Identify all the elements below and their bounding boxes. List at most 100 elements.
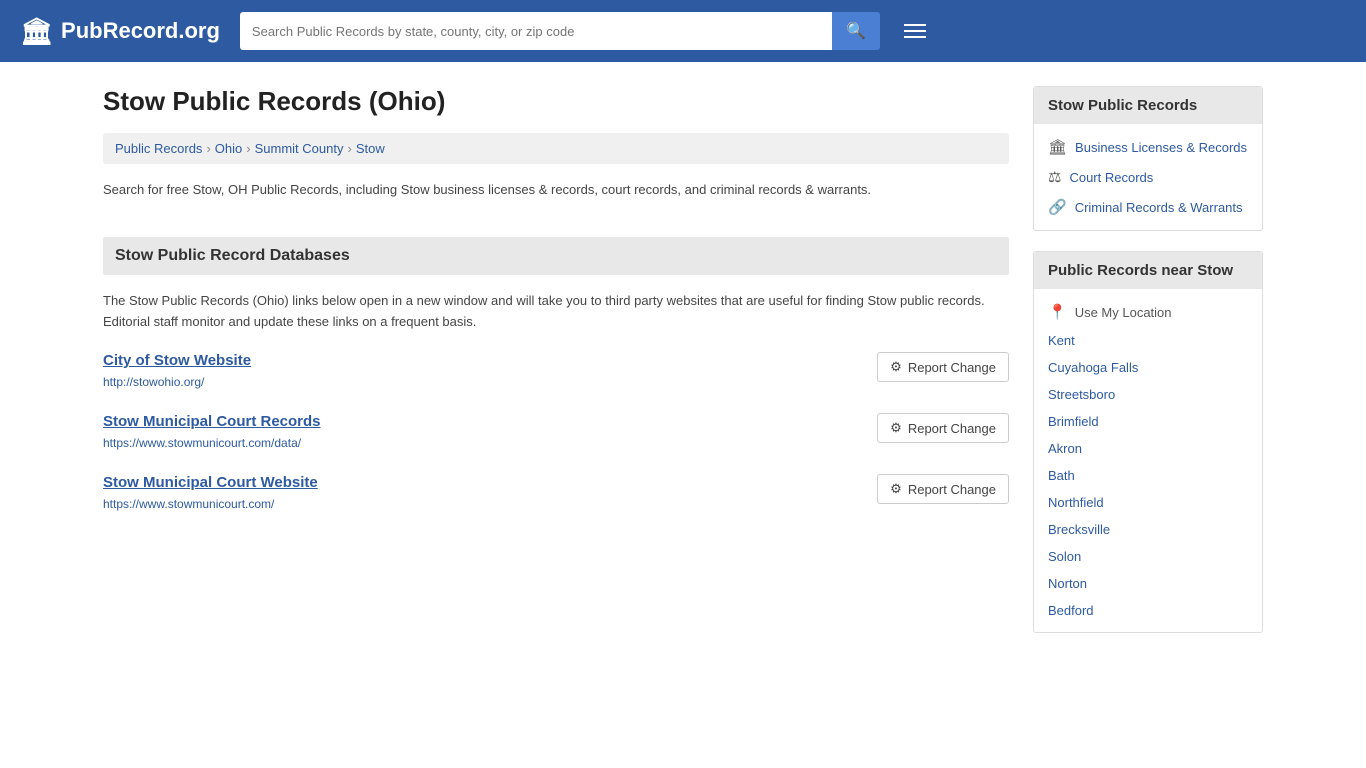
location-pin-icon: 📍 [1048,303,1067,321]
nearby-norton-link[interactable]: Norton [1048,576,1248,591]
record-url-link[interactable]: http://stowohio.org/ [103,375,204,389]
record-entry: Stow Municipal Court Website https://www… [103,474,1009,511]
breadcrumb-stow[interactable]: Stow [356,141,385,156]
nearby-place-label: Norton [1048,576,1087,591]
menu-button[interactable] [900,20,930,42]
sep-3: › [347,141,351,156]
nearby-place-label: Kent [1048,333,1075,348]
nearby-brimfield-link[interactable]: Brimfield [1048,414,1248,429]
nearby-place-label: Solon [1048,549,1081,564]
nearby-bath-link[interactable]: Bath [1048,468,1248,483]
report-change-button[interactable]: ⚙ Report Change [877,474,1009,504]
page-title: Stow Public Records (Ohio) [103,86,1009,117]
breadcrumb: Public Records › Ohio › Summit County › … [103,133,1009,164]
record-url-link[interactable]: https://www.stowmunicourt.com/data/ [103,436,301,450]
sidebar-link-label: Criminal Records & Warrants [1075,200,1243,215]
use-my-location-link[interactable]: 📍 Use My Location [1048,303,1248,321]
report-change-button[interactable]: ⚙ Report Change [877,413,1009,443]
nearby-place-label: Cuyahoga Falls [1048,360,1138,375]
nearby-place-label: Northfield [1048,495,1104,510]
sep-2: › [246,141,250,156]
criminal-icon: 🔗 [1048,198,1067,216]
sidebar-criminal-records-link[interactable]: 🔗 Criminal Records & Warrants [1048,198,1248,216]
sidebar-court-records-link[interactable]: ⚖ Court Records [1048,168,1248,186]
record-entry: Stow Municipal Court Records https://www… [103,413,1009,450]
list-item: 📍 Use My Location [1034,297,1262,327]
search-icon: 🔍 [846,21,866,41]
nearby-bedford-link[interactable]: Bedford [1048,603,1248,618]
report-change-label: Report Change [908,360,996,375]
nearby-place-label: Bath [1048,468,1075,483]
main-container: Stow Public Records (Ohio) Public Record… [83,62,1283,677]
list-item: Brimfield [1034,408,1262,435]
record-title-link[interactable]: City of Stow Website [103,352,251,369]
record-title-link[interactable]: Stow Municipal Court Records [103,413,321,430]
list-item: ⚖ Court Records [1034,162,1262,192]
list-item: Norton [1034,570,1262,597]
nearby-northfield-link[interactable]: Northfield [1048,495,1248,510]
sidebar-business-licenses-link[interactable]: 🏛 Business Licenses & Records [1048,138,1248,156]
report-icon: ⚙ [890,420,902,436]
record-entry: City of Stow Website http://stowohio.org… [103,352,1009,389]
page-description: Search for free Stow, OH Public Records,… [103,180,1009,217]
list-item: Brecksville [1034,516,1262,543]
nearby-place-label: Brimfield [1048,414,1099,429]
records-list: City of Stow Website http://stowohio.org… [103,352,1009,511]
list-item: 🏛 Business Licenses & Records [1034,132,1262,162]
search-input[interactable] [240,12,832,50]
sidebar-nearby-section: Public Records near Stow 📍 Use My Locati… [1033,251,1263,633]
sidebar: Stow Public Records 🏛 Business Licenses … [1033,86,1263,653]
list-item: 🔗 Criminal Records & Warrants [1034,192,1262,222]
nearby-place-label: Akron [1048,441,1082,456]
sidebar-link-label: Court Records [1069,170,1153,185]
list-item: Akron [1034,435,1262,462]
nearby-place-label: Streetsboro [1048,387,1115,402]
report-icon: ⚙ [890,359,902,375]
sidebar-public-records-list: 🏛 Business Licenses & Records ⚖ Court Re… [1034,124,1262,230]
breadcrumb-summit-county[interactable]: Summit County [255,141,344,156]
report-change-label: Report Change [908,482,996,497]
nearby-streetsboro-link[interactable]: Streetsboro [1048,387,1248,402]
search-button[interactable]: 🔍 [832,12,880,50]
sidebar-nearby-title: Public Records near Stow [1034,252,1262,289]
list-item: Streetsboro [1034,381,1262,408]
use-my-location-label: Use My Location [1075,305,1172,320]
report-change-button[interactable]: ⚙ Report Change [877,352,1009,382]
sidebar-public-records-section: Stow Public Records 🏛 Business Licenses … [1033,86,1263,231]
report-change-label: Report Change [908,421,996,436]
logo-text: PubRecord.org [61,18,220,44]
record-info: Stow Municipal Court Website https://www… [103,474,318,511]
site-header: 🏛 PubRecord.org 🔍 [0,0,1366,62]
sidebar-link-label: Business Licenses & Records [1075,140,1247,155]
nearby-kent-link[interactable]: Kent [1048,333,1248,348]
databases-section-header: Stow Public Record Databases [103,237,1009,275]
nearby-place-label: Brecksville [1048,522,1110,537]
breadcrumb-public-records[interactable]: Public Records [115,141,202,156]
list-item: Bath [1034,462,1262,489]
search-bar: 🔍 [240,12,880,50]
business-icon: 🏛 [1048,138,1067,156]
nearby-brecksville-link[interactable]: Brecksville [1048,522,1248,537]
record-url-link[interactable]: https://www.stowmunicourt.com/ [103,497,274,511]
nearby-solon-link[interactable]: Solon [1048,549,1248,564]
list-item: Kent [1034,327,1262,354]
record-info: Stow Municipal Court Records https://www… [103,413,321,450]
nearby-akron-link[interactable]: Akron [1048,441,1248,456]
record-title-link[interactable]: Stow Municipal Court Website [103,474,318,491]
record-info: City of Stow Website http://stowohio.org… [103,352,251,389]
sidebar-nearby-list: 📍 Use My Location Kent Cuyahoga Falls [1034,289,1262,632]
databases-description: The Stow Public Records (Ohio) links bel… [103,291,1009,333]
sidebar-public-records-title: Stow Public Records [1034,87,1262,124]
list-item: Solon [1034,543,1262,570]
nearby-cuyahoga-falls-link[interactable]: Cuyahoga Falls [1048,360,1248,375]
content-area: Stow Public Records (Ohio) Public Record… [103,86,1009,653]
list-item: Cuyahoga Falls [1034,354,1262,381]
court-icon: ⚖ [1048,168,1061,186]
nearby-place-label: Bedford [1048,603,1094,618]
site-logo[interactable]: 🏛 PubRecord.org [20,16,220,47]
sep-1: › [206,141,210,156]
list-item: Northfield [1034,489,1262,516]
logo-icon: 🏛 [20,16,53,47]
breadcrumb-ohio[interactable]: Ohio [215,141,242,156]
report-icon: ⚙ [890,481,902,497]
